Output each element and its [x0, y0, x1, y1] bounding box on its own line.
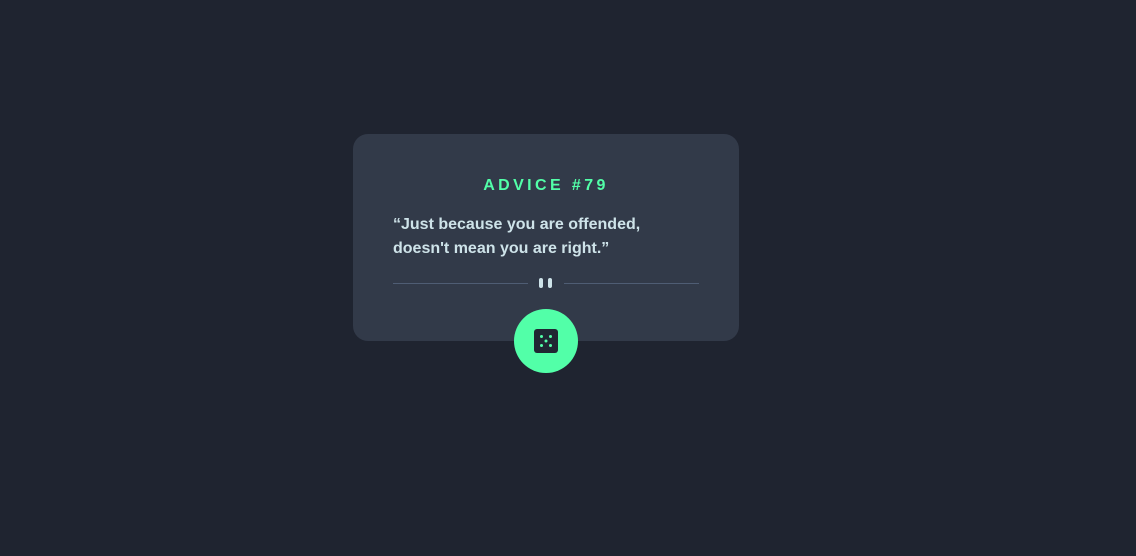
advice-number-heading: ADVICE #79	[483, 177, 609, 194]
divider-line-left	[393, 283, 528, 284]
dice-icon	[534, 329, 558, 353]
pause-icon	[539, 278, 553, 289]
advice-quote-text: “Just because you are offended, doesn't …	[393, 216, 641, 257]
new-advice-dice-button[interactable]	[514, 309, 578, 373]
pattern-divider	[393, 277, 699, 289]
divider-line-right	[564, 283, 699, 284]
